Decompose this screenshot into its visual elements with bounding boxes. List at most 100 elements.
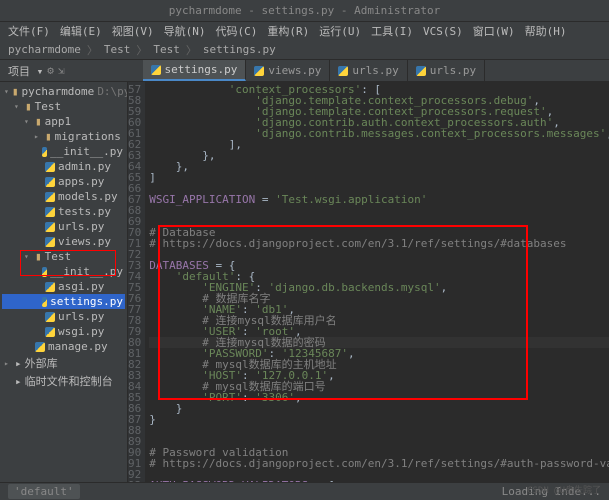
tree-label: settings.py — [50, 295, 123, 308]
expand-arrow-icon[interactable]: ▾ — [24, 252, 32, 261]
code-line[interactable] — [149, 205, 609, 216]
menu-item[interactable]: 工具(I) — [367, 23, 417, 39]
tree-item[interactable]: __init__.py — [2, 264, 125, 279]
editor-tab[interactable]: urls.py — [330, 60, 407, 81]
python-file-icon — [35, 342, 45, 352]
expand-arrow-icon[interactable]: ▸ — [34, 132, 42, 141]
tree-item[interactable]: urls.py — [2, 219, 125, 234]
status-bar: 'default' Loading Inde... — [0, 482, 609, 500]
python-file-icon — [45, 237, 55, 247]
tree-label: 临时文件和控制台 — [25, 373, 113, 389]
code-line[interactable]: }, — [149, 150, 609, 161]
expand-arrow-icon[interactable]: ▾ — [14, 102, 22, 111]
python-file-icon — [45, 177, 55, 187]
tree-item[interactable]: ▸▸外部库 — [2, 354, 125, 372]
tree-item[interactable]: urls.py — [2, 309, 125, 324]
code-line[interactable] — [149, 216, 609, 227]
python-file-icon — [338, 66, 348, 76]
tree-item[interactable]: models.py — [2, 189, 125, 204]
code-line[interactable]: ] — [149, 172, 609, 183]
menu-item[interactable]: 编辑(E) — [56, 23, 106, 39]
python-file-icon — [45, 207, 55, 217]
code-line[interactable]: # https://docs.djangoproject.com/en/3.1/… — [149, 238, 609, 249]
tree-label: Test — [35, 100, 62, 113]
status-crumb: 'default' — [8, 484, 80, 499]
menu-item[interactable]: 重构(R) — [263, 23, 313, 39]
breadcrumb-item[interactable]: settings.py — [203, 43, 276, 56]
tree-label: wsgi.py — [58, 325, 104, 338]
folder-icon: ▮ — [25, 100, 32, 113]
tree-label: migrations — [55, 130, 121, 143]
tree-item[interactable]: ▾▮Test — [2, 249, 125, 264]
folder-icon: ▮ — [12, 85, 19, 98]
tree-label: pycharmdome — [21, 85, 94, 98]
tree-item[interactable]: wsgi.py — [2, 324, 125, 339]
tree-item[interactable]: views.py — [2, 234, 125, 249]
code-line[interactable]: }, — [149, 161, 609, 172]
menu-item[interactable]: 导航(N) — [160, 23, 210, 39]
menu-item[interactable]: 文件(F) — [4, 23, 54, 39]
code-area[interactable]: 'context_processors': [ 'django.template… — [145, 82, 609, 500]
tree-item[interactable]: tests.py — [2, 204, 125, 219]
lib-icon: ▸ — [15, 357, 22, 370]
code-line[interactable]: # https://docs.djangoproject.com/en/3.1/… — [149, 458, 609, 469]
tree-item[interactable]: admin.py — [2, 159, 125, 174]
lib-icon: ▸ — [15, 375, 22, 388]
menu-item[interactable]: 帮助(H) — [521, 23, 571, 39]
editor-tab[interactable]: urls.py — [408, 60, 485, 81]
tree-label: asgi.py — [58, 280, 104, 293]
tree-item[interactable]: settings.py — [2, 294, 125, 309]
tree-item[interactable]: asgi.py — [2, 279, 125, 294]
expand-arrow-icon[interactable]: ▾ — [24, 117, 32, 126]
code-line[interactable]: } — [149, 403, 609, 414]
editor-tabs: settings.pyviews.pyurls.pyurls.py — [143, 60, 486, 81]
code-line[interactable]: WSGI_APPLICATION = 'Test.wsgi.applicatio… — [149, 194, 609, 205]
tree-item[interactable]: ▸临时文件和控制台 — [2, 372, 125, 390]
python-file-icon — [45, 192, 55, 202]
code-line[interactable]: 'PORT': '3306', — [149, 392, 609, 403]
folder-icon: ▮ — [45, 130, 52, 143]
tree-item[interactable]: manage.py — [2, 339, 125, 354]
menu-item[interactable]: 代码(C) — [212, 23, 262, 39]
tree-label: models.py — [58, 190, 118, 203]
breadcrumb-item[interactable]: pycharmdome — [8, 43, 81, 56]
code-line[interactable] — [149, 425, 609, 436]
tree-item[interactable]: ▾▮pycharmdome D:\pycharmdome — [2, 84, 125, 99]
tree-item[interactable]: apps.py — [2, 174, 125, 189]
tree-label: manage.py — [48, 340, 108, 353]
breadcrumb: pycharmdome〉Test〉Test〉settings.py — [0, 40, 609, 60]
python-file-icon — [45, 162, 55, 172]
line-gutter: 5758596061626364656667686970717273747576… — [128, 82, 145, 500]
collapse-icon[interactable]: ⇲ — [58, 64, 65, 77]
breadcrumb-item[interactable]: Test — [153, 43, 180, 56]
menu-item[interactable]: 运行(U) — [315, 23, 365, 39]
menu-item[interactable]: VCS(S) — [419, 25, 467, 38]
python-file-icon — [254, 66, 264, 76]
project-tool-label[interactable]: 项目 ▾ ⚙ ⇲ — [0, 63, 73, 79]
tree-label: urls.py — [58, 310, 104, 323]
python-file-icon — [45, 222, 55, 232]
tree-label: 外部库 — [25, 355, 58, 371]
python-file-icon — [45, 282, 55, 292]
menu-item[interactable]: 视图(V) — [108, 23, 158, 39]
expand-arrow-icon[interactable]: ▾ — [4, 87, 9, 96]
watermark: CSDN @U盘失踪了 — [527, 483, 601, 496]
menu-bar: 文件(F)编辑(E)视图(V)导航(N)代码(C)重构(R)运行(U)工具(I)… — [0, 22, 609, 40]
expand-arrow-icon[interactable]: ▸ — [4, 359, 12, 368]
tree-label: app1 — [45, 115, 72, 128]
project-tree[interactable]: ▾▮pycharmdome D:\pycharmdome▾▮Test▾▮app1… — [0, 82, 128, 500]
code-line[interactable]: ], — [149, 139, 609, 150]
tree-item[interactable]: ▸▮migrations — [2, 129, 125, 144]
tree-item[interactable]: ▾▮app1 — [2, 114, 125, 129]
folder-icon: ▮ — [35, 115, 42, 128]
menu-item[interactable]: 窗口(W) — [469, 23, 519, 39]
editor-tab[interactable]: views.py — [246, 60, 330, 81]
gear-icon[interactable]: ⚙ — [47, 64, 54, 77]
tree-item[interactable]: ▾▮Test — [2, 99, 125, 114]
editor-tab[interactable]: settings.py — [143, 60, 247, 81]
code-editor[interactable]: 5758596061626364656667686970717273747576… — [128, 82, 609, 500]
python-file-icon — [42, 297, 48, 307]
breadcrumb-item[interactable]: Test — [104, 43, 131, 56]
code-line[interactable]: } — [149, 414, 609, 425]
tree-item[interactable]: __init__.py — [2, 144, 125, 159]
